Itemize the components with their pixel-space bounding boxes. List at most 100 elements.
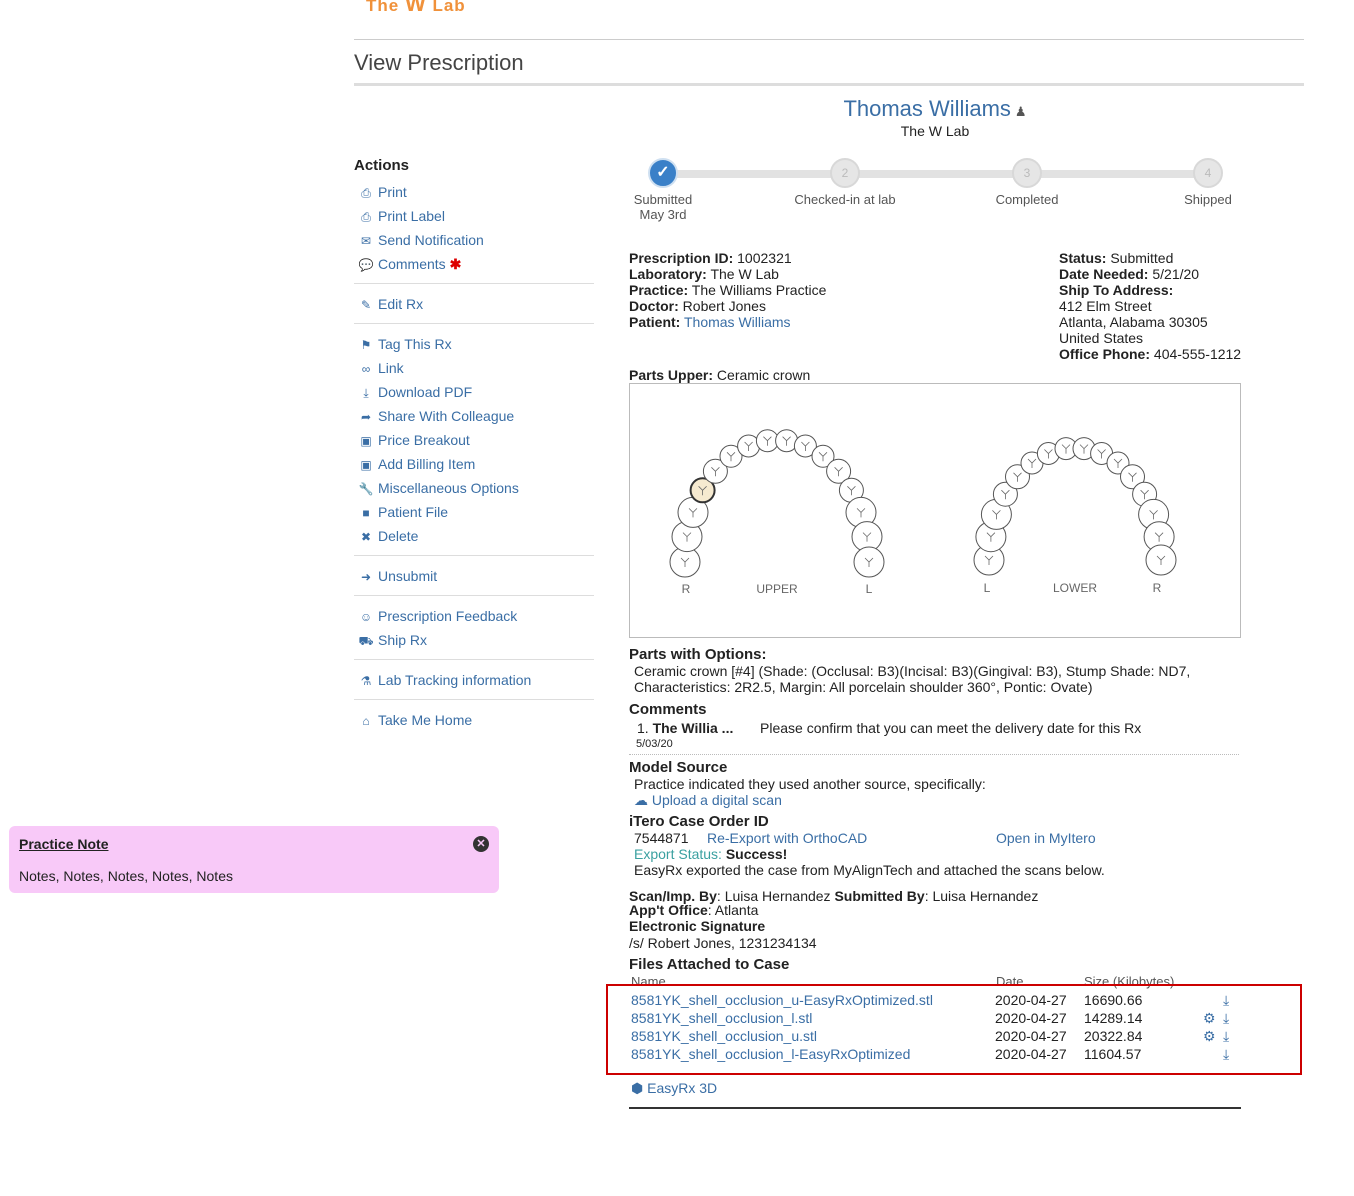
- comment-text: Please confirm that you can meet the del…: [760, 720, 1142, 736]
- laboratory: The W Lab: [710, 266, 779, 282]
- upload-scan-link[interactable]: ☁ Upload a digital scan: [634, 792, 782, 808]
- file-row: 8581YK_shell_occlusion_u.stl 2020-04-27 …: [631, 1028, 1230, 1045]
- file-row: 8581YK_shell_occlusion_u-EasyRxOptimized…: [631, 992, 1230, 1009]
- appt-office: App't Office: Atlanta: [629, 902, 759, 918]
- actions-list: ⎙ Print ⎙ Print Label ✉ Send Notification 💬…: [354, 180, 594, 732]
- actions-separator: [354, 659, 594, 660]
- step-checked-in: 2 Checked-in at lab: [785, 158, 905, 207]
- money-icon: ▣: [360, 458, 372, 472]
- download-icon[interactable]: ⤓: [1223, 1028, 1229, 1045]
- action-share-colleague[interactable]: ➦ Share With Colleague: [354, 404, 594, 428]
- flask-icon: ⚗: [360, 674, 372, 688]
- lower-side-l: L: [984, 581, 991, 595]
- actions-separator: [354, 555, 594, 556]
- comment-author: The Willia ...: [652, 720, 734, 736]
- action-add-billing-item[interactable]: ▣ Add Billing Item: [354, 452, 594, 476]
- status-value: Submitted: [1110, 250, 1174, 266]
- actions-title: Actions: [354, 157, 410, 174]
- patient-name-link[interactable]: Thomas Williams: [843, 96, 1010, 121]
- action-print-label[interactable]: ⎙ Print Label: [354, 204, 594, 228]
- action-print[interactable]: ⎙ Print: [354, 180, 594, 204]
- upper-arch: [669, 429, 885, 578]
- link-icon: ∞: [361, 362, 371, 376]
- download-icon[interactable]: ⤓: [1223, 1010, 1229, 1027]
- step-shipped: 4 Shipped: [1148, 158, 1268, 207]
- date-needed: 5/21/20: [1152, 266, 1200, 282]
- action-delete[interactable]: ✖ Delete: [354, 524, 594, 548]
- parts-options: Parts with Options: Ceramic crown [#4] (…: [629, 647, 1229, 696]
- easyrx-3d-link[interactable]: ⬢ EasyRx 3D: [631, 1080, 717, 1097]
- action-price-breakout[interactable]: ▣ Price Breakout: [354, 428, 594, 452]
- file-link[interactable]: 8581YK_shell_occlusion_u-EasyRxOptimized…: [631, 992, 933, 1008]
- actions-separator: [354, 283, 594, 284]
- download-icon[interactable]: ⤓: [1223, 992, 1229, 1009]
- gears-icon[interactable]: ⚙: [1203, 1028, 1216, 1045]
- step-number: 3: [1012, 158, 1042, 188]
- action-misc-options[interactable]: 🔧 Miscellaneous Options: [354, 476, 594, 500]
- itero-section: iTero Case Order ID 7544871 Re-Export wi…: [629, 813, 1105, 879]
- tooth-chart-svg: UPPER R L LOWER L R: [669, 429, 1177, 596]
- practice: The Williams Practice: [691, 282, 827, 298]
- actions-separator: [354, 323, 594, 324]
- files-title: Files Attached to Case: [629, 956, 790, 973]
- export-status: Success!: [725, 846, 788, 862]
- printer-icon: ⎙: [361, 210, 371, 224]
- action-send-notification[interactable]: ✉ Send Notification: [354, 228, 594, 252]
- download-icon[interactable]: ⤓: [1223, 1046, 1229, 1063]
- share-icon: ➦: [360, 410, 372, 424]
- patient-lab: The W Lab: [900, 123, 970, 139]
- action-ship-rx[interactable]: ⛟ Ship Rx: [354, 628, 594, 652]
- file-link[interactable]: 8581YK_shell_occlusion_l.stl: [631, 1010, 812, 1026]
- address-line: Atlanta, Alabama 30305: [1059, 314, 1208, 330]
- step-submitted: ✓ Submitted May 3rd: [603, 158, 723, 222]
- reexport-orthocad-link[interactable]: Re-Export with OrthoCAD: [707, 830, 867, 846]
- action-take-me-home[interactable]: ⌂ Take Me Home: [354, 708, 594, 732]
- cube-icon: ⬢: [631, 1080, 644, 1096]
- action-patient-file[interactable]: ■ Patient File: [354, 500, 594, 524]
- check-icon: ✓: [648, 158, 678, 188]
- gears-icon[interactable]: ⚙: [1203, 1010, 1216, 1027]
- status-progress: ✓ Submitted May 3rd 2 Checked-in at lab …: [629, 158, 1239, 228]
- step-number: 4: [1193, 158, 1223, 188]
- download-icon: ⤓: [363, 386, 369, 400]
- printer-icon: ⎙: [361, 186, 371, 200]
- money-icon: ▣: [360, 434, 372, 448]
- file-link[interactable]: 8581YK_shell_occlusion_l-EasyRxOptimized: [631, 1046, 910, 1062]
- action-comments[interactable]: 💬 Comments ✱: [354, 252, 594, 276]
- smile-icon: ☺: [359, 610, 373, 624]
- parts-upper: Parts Upper: Ceramic crown: [629, 367, 811, 383]
- parts-options-text: Ceramic crown [#4] (Shade: (Occlusal: B3…: [634, 663, 1191, 695]
- action-edit-rx[interactable]: ✎ Edit Rx: [354, 292, 594, 316]
- tag-icon: ⚑: [360, 338, 372, 352]
- header-divider: [354, 39, 1304, 40]
- truck-icon: ⛟: [358, 634, 374, 648]
- envelope-icon: ✉: [360, 234, 372, 248]
- patient-link[interactable]: Thomas Williams: [684, 314, 791, 330]
- lower-arch-label: LOWER: [1053, 581, 1097, 595]
- actions-separator: [354, 595, 594, 596]
- action-lab-tracking[interactable]: ⚗ Lab Tracking information: [354, 668, 594, 692]
- action-link[interactable]: ∞ Link: [354, 356, 594, 380]
- arrow-left-icon: ➜: [360, 570, 372, 584]
- close-icon: ✖: [360, 530, 372, 544]
- file-row: 8581YK_shell_occlusion_l.stl 2020-04-27 …: [631, 1010, 1230, 1027]
- progress-track: [661, 170, 1207, 178]
- action-download-pdf[interactable]: ⤓ Download PDF: [354, 380, 594, 404]
- action-prescription-feedback[interactable]: ☺ Prescription Feedback: [354, 604, 594, 628]
- file-link[interactable]: 8581YK_shell_occlusion_u.stl: [631, 1028, 817, 1044]
- step-number: 2: [830, 158, 860, 188]
- action-tag-rx[interactable]: ⚑ Tag This Rx: [354, 332, 594, 356]
- step-completed: 3 Completed: [967, 158, 1087, 207]
- cloud-upload-icon: ☁: [634, 792, 648, 808]
- actions-panel: Actions ⎙ Print ⎙ Print Label ✉ Send Notifi…: [354, 157, 594, 732]
- practice-note-title[interactable]: Practice Note: [19, 836, 108, 852]
- lab-logo: The W Lab: [366, 0, 466, 16]
- tooth-chart[interactable]: UPPER R L LOWER L R: [629, 383, 1241, 638]
- upper-side-l: L: [866, 582, 873, 596]
- action-unsubmit[interactable]: ➜ Unsubmit: [354, 564, 594, 588]
- folder-icon: ■: [362, 506, 370, 520]
- comment-date: 5/03/20: [636, 738, 673, 750]
- rx-info-right: Status: Submitted Date Needed: 5/21/20 S…: [1059, 250, 1242, 362]
- open-myitero-link[interactable]: Open in MyItero: [996, 830, 1096, 846]
- close-icon[interactable]: ✕: [473, 836, 489, 852]
